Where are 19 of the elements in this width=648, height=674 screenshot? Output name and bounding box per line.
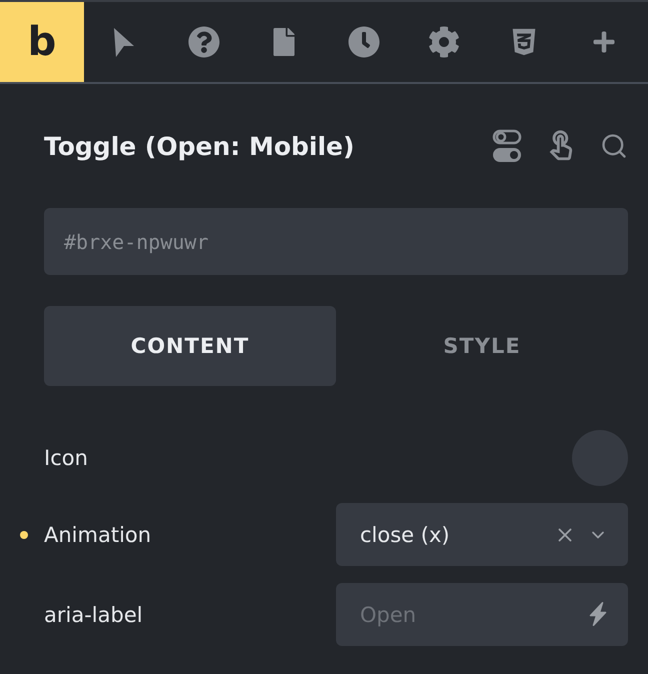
logo[interactable]: b: [0, 2, 84, 82]
search-button[interactable]: [600, 132, 628, 160]
control-label: aria-label: [44, 602, 143, 626]
panel-tab[interactable]: CONTENT: [44, 306, 336, 386]
select-value: close (x): [360, 522, 451, 546]
control-label: Icon: [44, 446, 88, 470]
settings-icon[interactable]: [428, 26, 460, 58]
text-field[interactable]: Open: [336, 583, 628, 646]
toggle-button[interactable]: [492, 129, 522, 163]
panel-tab[interactable]: STYLE: [336, 306, 628, 386]
plus-icon[interactable]: [592, 30, 616, 54]
pointer-icon[interactable]: [112, 26, 136, 58]
clock-icon[interactable]: [348, 26, 380, 58]
element-id-field[interactable]: #brxe-npwuwr: [44, 208, 628, 275]
control-label: Animation: [44, 522, 152, 546]
help-icon[interactable]: [188, 26, 220, 58]
animation-select[interactable]: close (x): [336, 503, 628, 566]
panel-title: Toggle (Open: Mobile): [44, 132, 356, 160]
toggles-icon: [492, 129, 522, 163]
